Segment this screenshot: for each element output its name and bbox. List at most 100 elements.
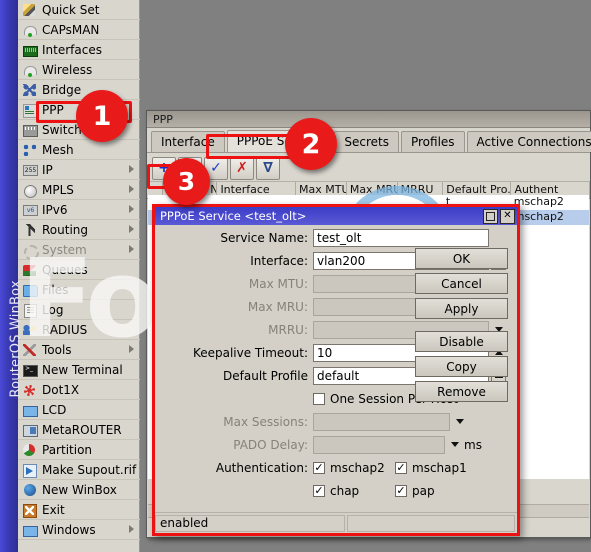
sidebar-item-routing[interactable]: Routing bbox=[18, 220, 140, 240]
sidebar-item-radius[interactable]: RADIUS bbox=[18, 320, 140, 340]
close-icon[interactable]: ✕ bbox=[500, 208, 515, 224]
sidebar-item-partition[interactable]: Partition bbox=[18, 440, 140, 460]
chevron-right-icon bbox=[129, 245, 134, 253]
authentication-row: ✓ chap ✓ pap bbox=[155, 480, 517, 501]
bridge-icon bbox=[22, 83, 37, 97]
sidebar-item-label: Dot1X bbox=[42, 382, 80, 397]
sidebar-item-dot1x[interactable]: Dot1X bbox=[18, 380, 140, 400]
chevron-down-icon[interactable] bbox=[451, 442, 459, 447]
field-label: Max MRU: bbox=[247, 299, 308, 314]
unit-label: ms bbox=[464, 437, 482, 452]
sidebar-item-label: New WinBox bbox=[42, 482, 117, 497]
sidebar-item-metarouter[interactable]: MetaROUTER bbox=[18, 420, 140, 440]
dialog-field-row: Service Name: test_olt bbox=[155, 227, 517, 248]
cancel-button[interactable]: Cancel bbox=[415, 273, 508, 294]
sidebar-item-new-winbox[interactable]: New WinBox bbox=[18, 480, 140, 500]
sidebar-item-lcd[interactable]: LCD bbox=[18, 400, 140, 420]
field-label: Max Sessions: bbox=[223, 414, 308, 429]
ppp-toolbar-filter-button[interactable]: ∇ bbox=[256, 156, 280, 180]
sidebar-item-ipv6[interactable]: v6 IPv6 bbox=[18, 200, 140, 220]
sidebar-item-exit[interactable]: Exit bbox=[18, 500, 140, 520]
auth-option-label: mschap2 bbox=[330, 460, 385, 475]
sidebar-item-label: Routing bbox=[42, 222, 89, 237]
sidebar-item-ip[interactable]: 255 IP bbox=[18, 160, 140, 180]
field-label: Default Profile bbox=[223, 368, 308, 383]
ok-button[interactable]: OK bbox=[415, 248, 508, 269]
radius-key-icon bbox=[22, 323, 37, 337]
dome-antenna-icon bbox=[22, 23, 37, 37]
sidebar-item-capsman[interactable]: CAPsMAN bbox=[18, 20, 140, 40]
dialog-body: Service Name: test_olt Interface: vlan200 Ma… bbox=[155, 225, 517, 509]
dialog-status-bar: enabled bbox=[155, 512, 517, 533]
auth-option-label: chap bbox=[330, 483, 360, 498]
auth-option-label: pap bbox=[412, 483, 435, 498]
sidebar-item-label: Partition bbox=[42, 442, 93, 457]
sidebar-item-label: CAPsMAN bbox=[42, 22, 100, 37]
sidebar-item-label: Quick Set bbox=[42, 2, 100, 17]
field-input[interactable]: test_olt bbox=[313, 228, 489, 247]
disable-button[interactable]: Disable bbox=[415, 331, 508, 352]
ppp-toolbar-disable-button[interactable]: ✗ bbox=[230, 156, 254, 180]
ip-icon: 255 bbox=[23, 164, 38, 176]
sidebar-item-files[interactable]: Files bbox=[18, 280, 140, 300]
ppp-window-titlebar: PPP bbox=[147, 111, 590, 128]
remove-button[interactable]: Remove bbox=[415, 381, 508, 402]
mpls-icon bbox=[22, 183, 37, 198]
copy-button[interactable]: Copy bbox=[415, 356, 508, 377]
sidebar: RouterOS WinBox Quick Set CAPsMAN Interfac… bbox=[0, 0, 140, 552]
sidebar-item-mpls[interactable]: MPLS bbox=[18, 180, 140, 200]
auth-option[interactable]: ✓ mschap2 bbox=[313, 461, 395, 475]
dialog-titlebar[interactable]: PPPoE Service <test_olt> ✕ bbox=[155, 207, 517, 225]
dot1x-icon bbox=[22, 383, 37, 397]
sidebar-item-wireless[interactable]: Wireless bbox=[18, 60, 140, 80]
filter-icon: ∇ bbox=[263, 160, 273, 176]
sidebar-item-quick-set[interactable]: Quick Set bbox=[18, 0, 140, 20]
terminal-icon bbox=[22, 363, 38, 377]
auth-option[interactable]: ✓ chap bbox=[313, 484, 395, 498]
sidebar-item-label: Make Supout.rif bbox=[42, 462, 137, 477]
tab-secrets[interactable]: Secrets bbox=[334, 131, 399, 152]
sidebar-item-interfaces[interactable]: Interfaces bbox=[18, 40, 140, 60]
sidebar-item-bridge[interactable]: Bridge bbox=[18, 80, 140, 100]
sidebar-item-label: MPLS bbox=[42, 182, 74, 197]
tab-active-connections[interactable]: Active Connections bbox=[466, 131, 591, 152]
auth-checkbox-mschap1[interactable]: ✓ bbox=[395, 461, 407, 474]
metarouter-icon bbox=[22, 423, 38, 437]
auth-checkbox-pap[interactable]: ✓ bbox=[395, 484, 407, 497]
sidebar-item-label: Switch bbox=[42, 122, 82, 137]
switch-icon bbox=[22, 123, 38, 137]
sidebar-item-log[interactable]: Log bbox=[18, 300, 140, 320]
tools-icon bbox=[22, 343, 37, 357]
sidebar-item-make-supout-rif[interactable]: Make Supout.rif bbox=[18, 460, 140, 480]
chevron-down-icon[interactable] bbox=[456, 419, 464, 424]
dialog-field-row: Max Sessions: bbox=[155, 411, 517, 432]
dialog-title-label: PPPoE Service <test_olt> bbox=[160, 209, 307, 223]
sidebar-item-queues[interactable]: Queues bbox=[18, 260, 140, 280]
sidebar-item-new-terminal[interactable]: New Terminal bbox=[18, 360, 140, 380]
sidebar-item-mesh[interactable]: Mesh bbox=[18, 140, 140, 160]
chevron-right-icon bbox=[129, 225, 134, 233]
auth-option[interactable]: ✓ mschap1 bbox=[395, 461, 477, 475]
sidebar-item-label: IPv6 bbox=[42, 202, 68, 217]
auth-option[interactable]: ✓ pap bbox=[395, 484, 477, 498]
sidebar-item-label: MetaROUTER bbox=[42, 422, 122, 437]
auth-checkbox-mschap2[interactable]: ✓ bbox=[313, 461, 325, 474]
field-label: Max MTU: bbox=[248, 276, 308, 291]
maximize-icon[interactable] bbox=[483, 208, 498, 224]
apply-button[interactable]: Apply bbox=[415, 298, 508, 319]
exit-icon bbox=[22, 503, 37, 518]
sidebar-item-tools[interactable]: Tools bbox=[18, 340, 140, 360]
sidebar-item-label: Tools bbox=[42, 342, 72, 357]
chevron-right-icon bbox=[129, 525, 134, 533]
tab-profiles[interactable]: Profiles bbox=[400, 131, 465, 152]
one-session-per-host-checkbox[interactable] bbox=[313, 392, 325, 405]
sidebar-item-label: Wireless bbox=[42, 62, 93, 77]
sidebar-item-windows[interactable]: Windows bbox=[18, 520, 140, 540]
ram-card-icon bbox=[22, 43, 38, 57]
supout-icon bbox=[22, 463, 37, 478]
sidebar-item-label: IP bbox=[42, 162, 53, 177]
auth-checkbox-chap[interactable]: ✓ bbox=[313, 484, 325, 497]
log-icon bbox=[22, 303, 37, 318]
sidebar-item-system[interactable]: System bbox=[18, 240, 140, 260]
system-gear-icon bbox=[22, 243, 39, 260]
